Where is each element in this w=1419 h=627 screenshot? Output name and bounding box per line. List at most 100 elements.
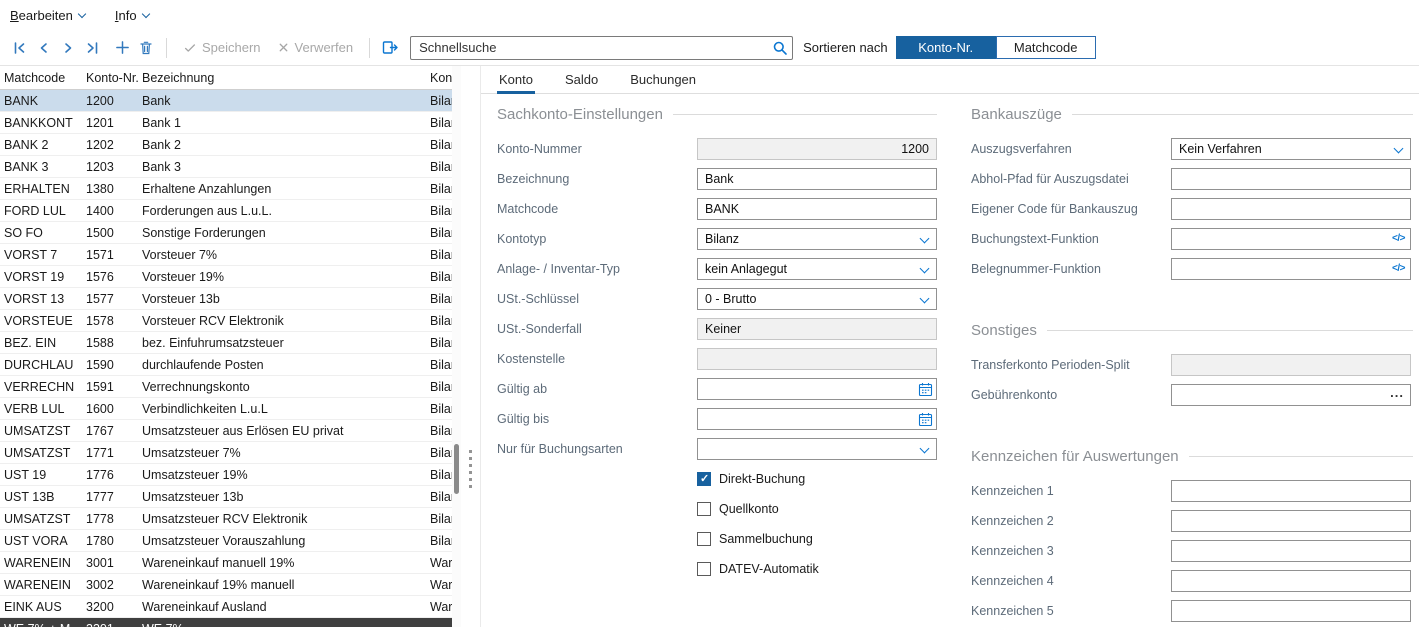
input-buchungstext-funktion[interactable]: </>	[1171, 228, 1411, 250]
save-button-label: Speichern	[202, 40, 261, 55]
table-row[interactable]: SO FO1500Sonstige ForderungenBilanz	[0, 222, 452, 244]
panel-splitter[interactable]	[461, 66, 480, 627]
cell-matchcode: VORSTEUE	[0, 314, 82, 328]
input-kennzeichen-2[interactable]	[1171, 510, 1411, 532]
checkbox-label: DATEV-Automatik	[719, 562, 819, 576]
cell-nr: 1202	[82, 138, 138, 152]
checkbox-quellkonto[interactable]	[697, 502, 711, 516]
table-row[interactable]: BANK1200BankBilanz	[0, 90, 452, 112]
toolbar-separator	[166, 38, 167, 58]
table-row[interactable]: BANKKONT1201Bank 1Bilanz	[0, 112, 452, 134]
scrollbar-thumb[interactable]	[454, 444, 459, 494]
input-kennzeichen-5[interactable]	[1171, 600, 1411, 622]
table-row[interactable]: EINK AUS3200Wareneinkauf AuslandWaren	[0, 596, 452, 618]
table-row[interactable]: UST VORA1780Umsatzsteuer VorauszahlungBi…	[0, 530, 452, 552]
input-kontotyp[interactable]: Bilanz	[697, 228, 937, 250]
input-kennzeichen-1[interactable]	[1171, 480, 1411, 502]
table-row[interactable]: UMSATZST1767Umsatzsteuer aus Erlösen EU …	[0, 420, 452, 442]
input-transferkonto-perioden-split[interactable]	[1171, 354, 1411, 376]
checkbox-row-datev-automatik[interactable]: DATEV-Automatik	[497, 554, 937, 584]
sort-option-matchcode[interactable]: Matchcode	[996, 36, 1096, 59]
delete-record-button[interactable]	[134, 35, 158, 61]
column-header-konto-nr: Konto-Nr.	[82, 71, 138, 85]
table-row[interactable]: VERB LUL1600Verbindlichkeiten L.u.LBilan…	[0, 398, 452, 420]
input-geb-hrenkonto[interactable]: ...	[1171, 384, 1411, 406]
input-auszugsverfahren[interactable]: Kein Verfahren	[1171, 138, 1411, 160]
cell-typ: Bilanz	[426, 138, 452, 152]
section-title: Sonstiges	[971, 322, 1037, 339]
menu-bearbeiten[interactable]: Bearbeiten	[10, 8, 85, 23]
table-row[interactable]: VORST 131577Vorsteuer 13bBilanz	[0, 288, 452, 310]
field-value: BANK	[705, 202, 739, 216]
checkbox-sammelbuchung[interactable]	[697, 532, 711, 546]
input-konto-nummer[interactable]: 1200	[697, 138, 937, 160]
input-matchcode[interactable]: BANK	[697, 198, 937, 220]
checkbox-row-quellkonto[interactable]: Quellkonto	[497, 494, 937, 524]
table-scrollbar[interactable]	[452, 66, 461, 627]
search-input[interactable]	[410, 36, 793, 60]
post-document-button[interactable]	[378, 35, 402, 61]
checkbox-row-sammelbuchung[interactable]: Sammelbuchung	[497, 524, 937, 554]
table-row[interactable]: BANK 31203Bank 3Bilanz	[0, 156, 452, 178]
first-record-button[interactable]	[8, 35, 32, 61]
ellipsis-button[interactable]: ...	[1390, 385, 1404, 400]
previous-record-button[interactable]	[32, 35, 56, 61]
input-belegnummer-funktion[interactable]: </>	[1171, 258, 1411, 280]
cell-matchcode: FORD LUL	[0, 204, 82, 218]
input-g-ltig-bis[interactable]	[697, 408, 937, 430]
cell-typ: Bilanz	[426, 468, 452, 482]
table-row[interactable]: BANK 21202Bank 2Bilanz	[0, 134, 452, 156]
field-label: Matchcode	[497, 202, 697, 216]
table-row[interactable]: BEZ. EIN1588bez. EinfuhrumsatzsteuerBila…	[0, 332, 452, 354]
sort-option-konto-nr[interactable]: Konto-Nr.	[896, 36, 996, 59]
table-row[interactable]: UMSATZST1771Umsatzsteuer 7%Bilanz	[0, 442, 452, 464]
table-row[interactable]: WARENEIN3001Wareneinkauf manuell 19%Ware…	[0, 552, 452, 574]
tab-konto[interactable]: Konto	[497, 66, 535, 93]
code-icon[interactable]: </>	[1392, 263, 1405, 274]
save-button[interactable]: Speichern	[175, 40, 269, 55]
input-kennzeichen-3[interactable]	[1171, 540, 1411, 562]
form-field-geb-hrenkonto: Gebührenkonto...	[971, 380, 1413, 410]
input-abhol-pfad-f-r-auszugsdatei[interactable]	[1171, 168, 1411, 190]
input-bezeichnung[interactable]: Bank	[697, 168, 937, 190]
input-eigener-code-f-r-bankauszug[interactable]	[1171, 198, 1411, 220]
add-record-button[interactable]	[110, 35, 134, 61]
trash-icon	[138, 40, 154, 56]
checkbox-row-direkt-buchung[interactable]: Direkt-Buchung	[497, 464, 937, 494]
next-record-button[interactable]	[56, 35, 80, 61]
table-row[interactable]: VORST 191576Vorsteuer 19%Bilanz	[0, 266, 452, 288]
input-ust-sonderfall[interactable]: Keiner	[697, 318, 937, 340]
table-row[interactable]: ERHALTEN1380Erhaltene AnzahlungenBilanz	[0, 178, 452, 200]
discard-button[interactable]: Verwerfen	[269, 40, 362, 55]
table-row[interactable]: DURCHLAU1590durchlaufende PostenBilanz	[0, 354, 452, 376]
checkbox-direkt-buchung[interactable]	[697, 472, 711, 486]
tab-buchungen[interactable]: Buchungen	[628, 66, 698, 93]
table-row[interactable]: UST 13B1777Umsatzsteuer 13bBilanz	[0, 486, 452, 508]
menu-info[interactable]: Info	[115, 8, 149, 23]
table-row[interactable]: UST 191776Umsatzsteuer 19%Bilanz	[0, 464, 452, 486]
table-row[interactable]: UMSATZST1778Umsatzsteuer RCV ElektronikB…	[0, 508, 452, 530]
field-label: Gebührenkonto	[971, 388, 1171, 402]
form-field-ust-sonderfall: USt.-SonderfallKeiner	[497, 314, 937, 344]
menubar: Bearbeiten Info	[0, 0, 1419, 30]
last-record-button[interactable]	[80, 35, 104, 61]
input-nur-f-r-buchungsarten[interactable]	[697, 438, 937, 460]
field-label: Eigener Code für Bankauszug	[971, 202, 1171, 216]
table-row[interactable]: VORSTEUE1578Vorsteuer RCV ElektronikBila…	[0, 310, 452, 332]
table-row[interactable]: WE 7% + M3301WE 7%	[0, 618, 452, 627]
input-ust-schl-ssel[interactable]: 0 - Brutto	[697, 288, 937, 310]
table-row[interactable]: VERRECHN1591VerrechnungskontoBilanz	[0, 376, 452, 398]
table-row[interactable]: WARENEIN3002Wareneinkauf 19% manuellWare…	[0, 574, 452, 596]
input-anlage-inventar-typ[interactable]: kein Anlagegut	[697, 258, 937, 280]
plus-icon	[115, 40, 130, 55]
code-icon[interactable]: </>	[1392, 233, 1405, 244]
input-g-ltig-ab[interactable]	[697, 378, 937, 400]
input-kostenstelle[interactable]	[697, 348, 937, 370]
tab-saldo[interactable]: Saldo	[563, 66, 600, 93]
table-row[interactable]: FORD LUL1400Forderungen aus L.u.L.Bilanz	[0, 200, 452, 222]
table-row[interactable]: VORST 71571Vorsteuer 7%Bilanz	[0, 244, 452, 266]
cell-nr: 1577	[82, 292, 138, 306]
cell-nr: 1576	[82, 270, 138, 284]
input-kennzeichen-4[interactable]	[1171, 570, 1411, 592]
checkbox-datev-automatik[interactable]	[697, 562, 711, 576]
